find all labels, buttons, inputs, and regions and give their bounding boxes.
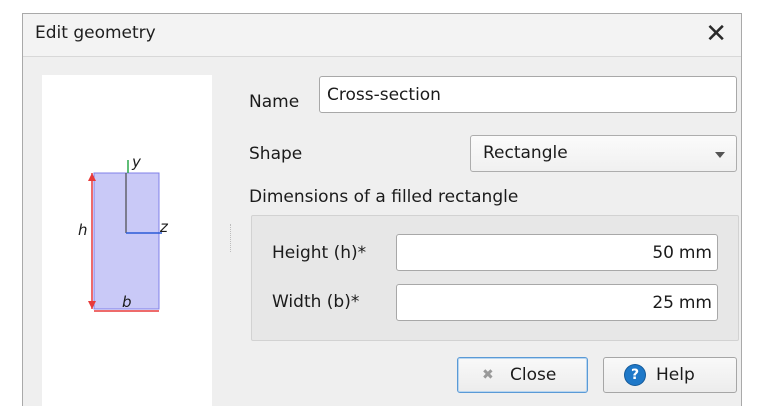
dimensions-group-title: Dimensions of a filled rectangle	[249, 187, 519, 207]
chevron-down-icon	[715, 152, 725, 158]
y-axis-label: y	[131, 153, 142, 171]
width-value: 25	[652, 293, 674, 313]
height-field-label: Height (h)*	[272, 243, 367, 263]
help-icon: ?	[625, 365, 645, 385]
title-bar: Edit geometry ✕	[23, 14, 741, 57]
close-x-icon: ✖	[482, 367, 494, 383]
help-button[interactable]: ? Help	[603, 357, 737, 393]
height-value: 50	[652, 243, 674, 263]
name-label: Name	[249, 92, 300, 112]
splitter-handle[interactable]	[230, 224, 233, 252]
width-field-label: Width (b)*	[272, 292, 360, 312]
height-label: h	[78, 221, 88, 239]
close-button-label: Close	[510, 365, 557, 385]
dialog-title: Edit geometry	[35, 23, 156, 43]
name-input[interactable]	[319, 76, 737, 113]
width-unit: mm	[678, 293, 712, 313]
close-icon[interactable]: ✕	[705, 17, 727, 51]
width-label: b	[122, 293, 132, 311]
cross-section-diagram: y z h b	[78, 153, 169, 312]
shape-label: Shape	[249, 144, 303, 164]
shape-selected-value: Rectangle	[483, 143, 568, 163]
shape-dropdown[interactable]: Rectangle	[470, 135, 737, 172]
shape-preview: y z h b	[42, 75, 212, 407]
help-button-label: Help	[656, 365, 695, 385]
height-unit: mm	[678, 243, 712, 263]
width-input[interactable]: 25 mm	[396, 284, 718, 321]
height-input[interactable]: 50 mm	[396, 234, 718, 271]
edit-geometry-dialog: Edit geometry ✕ y z h b Name Shape Recta…	[22, 13, 742, 407]
close-button[interactable]: ✖ Close	[457, 357, 588, 393]
z-axis-label: z	[159, 218, 169, 236]
